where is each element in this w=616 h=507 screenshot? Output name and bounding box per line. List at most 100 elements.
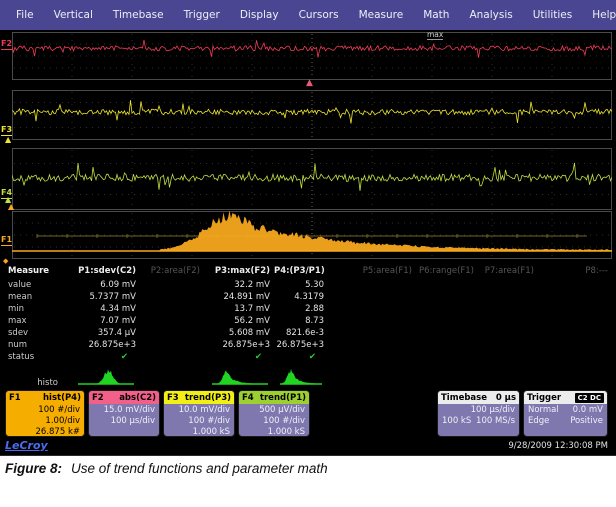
measure-value bbox=[478, 328, 538, 340]
timebase-box-title: Timebase bbox=[441, 393, 487, 403]
waveform-grid-F2 bbox=[12, 32, 612, 80]
f1-top-marker: ▲ bbox=[8, 203, 14, 211]
descriptor-values: 100 #/div1.00/div26.875 k# bbox=[6, 404, 84, 437]
trigger-box[interactable]: TriggerC2 DCNormal0.0 mVEdgePositive bbox=[523, 390, 608, 437]
menu-item-cursors[interactable]: Cursors bbox=[289, 9, 349, 21]
measure-value: 7.07 mV bbox=[62, 316, 140, 328]
measure-value: 4.34 mV bbox=[62, 304, 140, 316]
measure-value: 6.09 mV bbox=[62, 280, 140, 292]
measure-value bbox=[478, 280, 538, 292]
trace-label-F1[interactable]: F1 bbox=[1, 236, 12, 246]
timebase-box[interactable]: Timebase0 µs 100 µs/div100 kS100 MS/s bbox=[437, 390, 520, 437]
measure-col-header[interactable]: P4:(P3/P1) bbox=[274, 266, 328, 280]
trace-label-F2[interactable]: F2 bbox=[1, 40, 12, 50]
measure-value bbox=[538, 328, 612, 340]
descriptor-id: F3 bbox=[167, 393, 179, 403]
measure-col-header[interactable]: P8:--- bbox=[538, 266, 612, 280]
menu-item-timebase[interactable]: Timebase bbox=[103, 9, 174, 21]
trigger-box-header: TriggerC2 DC bbox=[524, 391, 607, 404]
trigger-time-marker: ▲ bbox=[306, 79, 313, 87]
measure-row-label: sdev bbox=[0, 328, 62, 340]
menu-item-analysis[interactable]: Analysis bbox=[459, 9, 522, 21]
descriptor-line: 10.0 mV/div bbox=[168, 405, 230, 416]
measure-value: 24.891 mV bbox=[204, 292, 274, 304]
figure-caption-label: Figure 8: bbox=[5, 461, 62, 476]
trigger-box-line-item: Edge bbox=[528, 416, 549, 427]
measure-histicon bbox=[274, 366, 328, 388]
menu-item-utilities[interactable]: Utilities bbox=[523, 9, 583, 21]
channel-descriptor-F4[interactable]: F4trend(P1)500 µV/div100 #/div1.000 kS bbox=[238, 390, 310, 437]
measure-value: 32.2 mV bbox=[204, 280, 274, 292]
measure-value bbox=[328, 328, 416, 340]
measure-col-header[interactable]: P7:area(F1) bbox=[478, 266, 538, 280]
measure-value bbox=[140, 340, 204, 352]
descriptor-header: F1hist(P4) bbox=[6, 391, 84, 404]
timebase-box-value: 0 µs bbox=[496, 393, 516, 403]
f1-offset-marker: ◆ bbox=[3, 257, 8, 265]
measure-value bbox=[538, 304, 612, 316]
measure-value: 5.608 mV bbox=[204, 328, 274, 340]
waveform-grid-F4 bbox=[12, 148, 612, 210]
measure-histicon bbox=[62, 366, 140, 388]
status-check-icon bbox=[416, 352, 478, 366]
descriptor-header: F2abs(C2) bbox=[89, 391, 159, 404]
descriptor-function: abs(C2) bbox=[119, 393, 156, 403]
measure-value: 4.3179 bbox=[274, 292, 328, 304]
measure-value: 821.6e-3 bbox=[274, 328, 328, 340]
measure-value: 26.875e+3 bbox=[274, 340, 328, 352]
measure-value: 26.875e+3 bbox=[62, 340, 140, 352]
measure-value bbox=[328, 292, 416, 304]
mini-histogram-icon bbox=[210, 368, 270, 388]
max-annotation: max bbox=[427, 31, 443, 40]
measure-col-header[interactable]: P5:area(F1) bbox=[328, 266, 416, 280]
menu-item-measure[interactable]: Measure bbox=[349, 9, 414, 21]
measure-value bbox=[538, 292, 612, 304]
measure-value bbox=[416, 292, 478, 304]
timebase-box-line-item bbox=[442, 405, 445, 416]
status-check-icon bbox=[140, 352, 204, 366]
menu-item-display[interactable]: Display bbox=[230, 9, 289, 21]
f3-offset-marker: ▲ bbox=[5, 136, 11, 144]
descriptor-line: 1.000 kS bbox=[243, 427, 305, 437]
footer-bar: LeCroy 9/28/2009 12:30:08 PM bbox=[0, 438, 616, 455]
trigger-box-title: Trigger bbox=[527, 393, 561, 403]
descriptor-line: 100 µs/div bbox=[93, 416, 155, 427]
mini-histogram-icon bbox=[76, 368, 136, 388]
trigger-box-line-item: Positive bbox=[570, 416, 603, 427]
channel-descriptor-F1[interactable]: F1hist(P4)100 #/div1.00/div26.875 k# bbox=[5, 390, 85, 437]
menu-item-vertical[interactable]: Vertical bbox=[44, 9, 103, 21]
measure-value bbox=[328, 280, 416, 292]
waveform-grid-F3 bbox=[12, 90, 612, 140]
timebase-box-header: Timebase 0 µs bbox=[438, 391, 519, 404]
descriptor-values: 500 µV/div100 #/div1.000 kS bbox=[239, 404, 309, 437]
measure-value bbox=[328, 316, 416, 328]
measure-col-header[interactable]: P2:area(F2) bbox=[140, 266, 204, 280]
oscilloscope-window: FileVerticalTimebaseTriggerDisplayCursor… bbox=[0, 0, 616, 455]
menu-bar: FileVerticalTimebaseTriggerDisplayCursor… bbox=[0, 0, 616, 30]
measure-col-header[interactable]: P6:range(F1) bbox=[416, 266, 478, 280]
menu-item-file[interactable]: File bbox=[6, 9, 44, 21]
measure-value: 8.73 bbox=[274, 316, 328, 328]
channel-descriptor-F3[interactable]: F3trend(P3)10.0 mV/div100 #/div1.000 kS bbox=[163, 390, 235, 437]
measure-title: Measure bbox=[0, 266, 62, 280]
menu-item-math[interactable]: Math bbox=[413, 9, 459, 21]
measure-histicon bbox=[538, 366, 612, 388]
measure-col-header[interactable]: P1:sdev(C2) bbox=[62, 266, 140, 280]
measure-value bbox=[416, 328, 478, 340]
measure-value bbox=[478, 340, 538, 352]
descriptor-values: 10.0 mV/div100 #/div1.000 kS bbox=[164, 404, 234, 437]
measure-histicon bbox=[204, 366, 274, 388]
measure-row-label: value bbox=[0, 280, 62, 292]
measure-row-label: min bbox=[0, 304, 62, 316]
measure-col-header[interactable]: P3:max(F2) bbox=[204, 266, 274, 280]
trigger-box-line-item: Normal bbox=[528, 405, 559, 416]
measure-histicon bbox=[140, 366, 204, 388]
channel-descriptor-F2[interactable]: F2abs(C2)15.0 mV/div100 µs/div bbox=[88, 390, 160, 437]
measure-value bbox=[416, 316, 478, 328]
menu-item-trigger[interactable]: Trigger bbox=[174, 9, 230, 21]
measure-value bbox=[538, 316, 612, 328]
measure-row-label: histo bbox=[0, 366, 62, 388]
measure-value: 5.30 bbox=[274, 280, 328, 292]
menu-item-help[interactable]: Help bbox=[582, 9, 616, 21]
measure-value bbox=[478, 304, 538, 316]
